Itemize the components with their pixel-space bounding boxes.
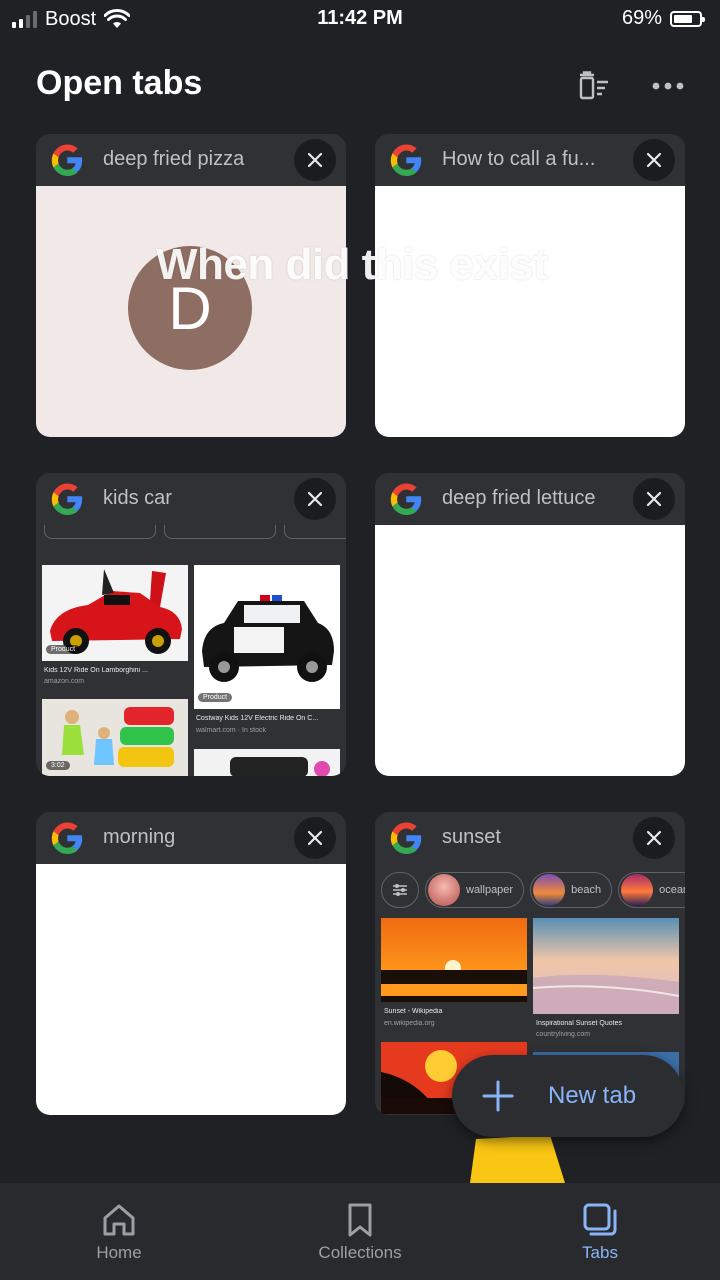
close-tab-button[interactable]	[633, 817, 675, 859]
plus-icon	[482, 1080, 514, 1112]
tab-title: deep fried lettuce	[442, 487, 596, 509]
clear-all-tabs-icon	[579, 71, 608, 100]
close-tab-button[interactable]	[294, 139, 336, 181]
tab-card-morning[interactable]: morning	[36, 812, 346, 1115]
result-image-police-car: Product	[194, 565, 340, 709]
tab-preview: D	[36, 186, 346, 437]
product-badge: Product	[198, 693, 233, 702]
tab-title: kids car	[103, 487, 172, 509]
nav-collections[interactable]: Collections	[290, 1201, 430, 1263]
close-icon	[307, 491, 323, 507]
tab-preview	[36, 864, 346, 1115]
overlay-caption: When did this exist	[156, 240, 548, 289]
page-title: Open tabs	[36, 64, 203, 102]
close-tab-button[interactable]	[633, 139, 675, 181]
google-g-icon	[390, 822, 422, 854]
result-source: en.wikipedia.org	[384, 1020, 435, 1027]
yellow-shape	[470, 1135, 565, 1183]
tab-card-header: deep fried pizza	[36, 134, 346, 186]
tab-preview: Product Kids 12V Ride On Lamborghini ...…	[36, 525, 346, 776]
tab-preview	[375, 525, 685, 776]
tab-title: morning	[103, 826, 176, 848]
result-title: Sunset - Wikipedia	[384, 1008, 443, 1015]
filter-chip: ocean	[618, 872, 685, 908]
filter-chip: wallpaper	[425, 872, 525, 908]
clock: 11:42 PM	[317, 7, 403, 29]
tab-preview	[375, 186, 685, 437]
google-g-icon	[51, 144, 83, 176]
close-icon	[646, 830, 662, 846]
result-source: walmart.com · In stock	[196, 727, 267, 734]
result-image-red-car: Product	[42, 565, 188, 661]
result-image-toy-cars-video: 3:02	[42, 699, 188, 776]
result-source: amazon.com	[44, 678, 85, 685]
google-g-icon	[390, 483, 422, 515]
close-icon	[307, 152, 323, 168]
tab-card-deep-fried-lettuce[interactable]: deep fried lettuce	[375, 473, 685, 776]
tab-title: deep fried pizza	[103, 148, 245, 170]
tune-icon	[393, 884, 407, 896]
nav-label: Collections	[318, 1243, 402, 1262]
result-title: Inspirational Sunset Quotes	[536, 1020, 622, 1027]
filter-chip-settings	[381, 872, 419, 908]
tab-title: sunset	[442, 826, 501, 848]
bottom-navigation: Home Collections Tabs	[0, 1183, 720, 1280]
close-tab-button[interactable]	[294, 478, 336, 520]
tab-card-header: morning	[36, 812, 346, 864]
close-icon	[646, 491, 662, 507]
nav-home[interactable]: Home	[49, 1201, 189, 1263]
result-image-beach-sunset	[533, 918, 679, 1014]
app-header: Open tabs	[0, 50, 720, 120]
tab-card-kids-car[interactable]: Product Kids 12V Ride On Lamborghini ...…	[36, 473, 346, 776]
tab-title: How to call a fu...	[442, 148, 596, 170]
battery-percentage: 69%	[621, 7, 662, 29]
battery-icon	[670, 10, 705, 27]
filter-chip: beach	[530, 872, 613, 908]
close-tab-button[interactable]	[294, 817, 336, 859]
tab-card-header: How to call a fu...	[375, 134, 685, 186]
nav-label: Home	[96, 1243, 142, 1262]
google-g-icon	[51, 822, 83, 854]
product-badge: Product	[46, 645, 81, 654]
tab-card-header: kids car	[36, 473, 346, 525]
result-image-partial	[194, 749, 340, 776]
new-tab-button[interactable]: New tab	[452, 1055, 684, 1137]
bookmark-icon	[348, 1203, 372, 1237]
more-options-icon	[652, 82, 684, 90]
more-options-button[interactable]	[646, 64, 690, 108]
status-bar: Boost 11:42 PM 69%	[0, 0, 720, 38]
close-tab-button[interactable]	[633, 478, 675, 520]
home-icon	[103, 1204, 135, 1236]
result-image-sunset	[381, 918, 527, 1002]
result-title: Kids 12V Ride On Lamborghini ...	[44, 667, 148, 674]
new-tab-label: New tab	[548, 1082, 637, 1109]
nav-label: Tabs	[582, 1243, 618, 1262]
tab-card-header: deep fried lettuce	[375, 473, 685, 525]
close-icon	[646, 152, 662, 168]
tabs-icon	[583, 1203, 617, 1236]
filter-chips: wallpaper beach ocean	[381, 872, 685, 908]
close-icon	[307, 830, 323, 846]
clear-all-tabs-button[interactable]	[570, 64, 614, 108]
google-g-icon	[51, 483, 83, 515]
nav-tabs[interactable]: Tabs	[530, 1201, 670, 1263]
google-g-icon	[390, 144, 422, 176]
filter-chips	[44, 525, 346, 539]
result-title: Costway Kids 12V Electric Ride On C...	[196, 715, 319, 722]
result-source: countryliving.com	[536, 1031, 591, 1038]
tab-card-header: sunset	[375, 812, 685, 864]
video-duration: 3:02	[46, 761, 70, 770]
